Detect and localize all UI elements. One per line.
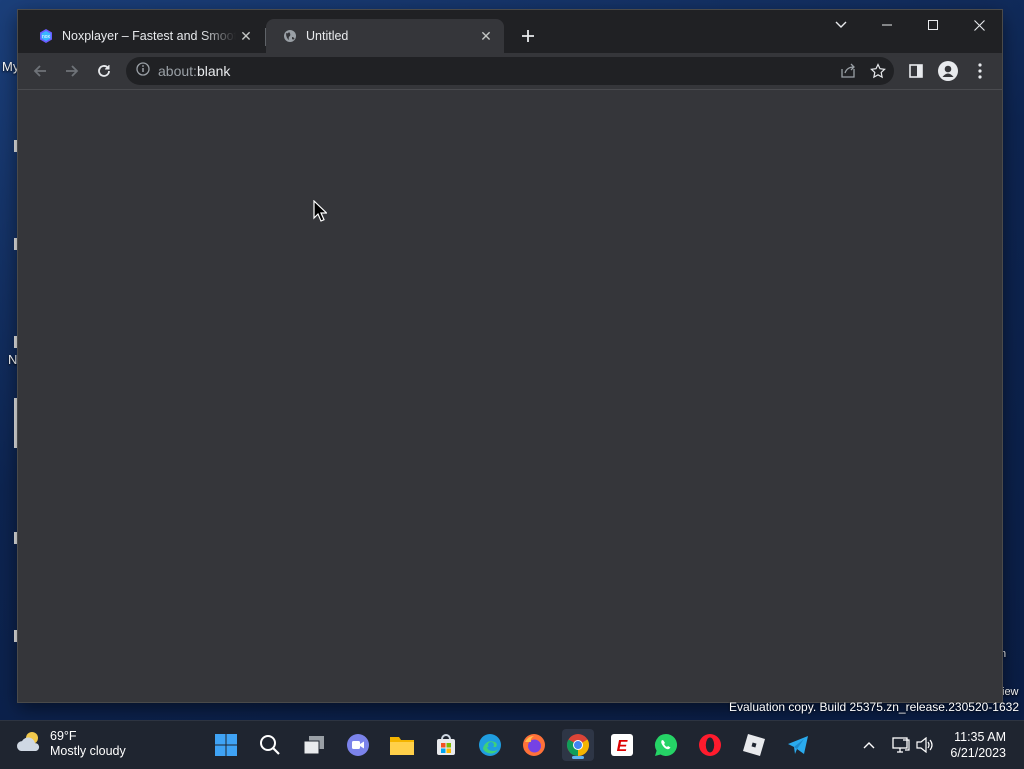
chrome-icon: [567, 734, 589, 756]
active-app-indicator: [572, 756, 584, 759]
maximize-icon: [928, 20, 938, 30]
tab-title: Untitled: [306, 29, 349, 43]
edge-button[interactable]: [474, 729, 506, 761]
telegram-button[interactable]: [782, 729, 814, 761]
weather-temp: 69°F: [50, 729, 77, 743]
more-vert-icon: [978, 63, 982, 79]
noxplayer-favicon-icon: nox: [38, 28, 54, 44]
back-button[interactable]: [26, 57, 54, 85]
tab-title: Noxplayer – Fastest and Smoothest: [62, 29, 236, 43]
forward-button[interactable]: [58, 57, 86, 85]
espn-icon: E: [611, 734, 633, 756]
close-icon: [973, 19, 985, 31]
clock-date: 6/21/2023: [950, 746, 1006, 760]
network-button[interactable]: [889, 735, 913, 755]
chevron-up-icon: [863, 742, 875, 749]
chevron-down-icon: [835, 21, 847, 28]
firefox-icon: [523, 734, 545, 756]
globe-icon: [282, 28, 298, 44]
volume-button[interactable]: [913, 735, 937, 755]
desktop-icon-label[interactable]: My: [2, 59, 19, 74]
maximize-button[interactable]: [910, 10, 956, 40]
minimize-button[interactable]: [864, 10, 910, 40]
whatsapp-icon: [655, 733, 678, 756]
url-text: about:blank: [158, 63, 231, 79]
new-tab-button[interactable]: [516, 24, 540, 48]
telegram-icon: [788, 736, 808, 754]
close-icon[interactable]: ✕: [236, 26, 256, 46]
chrome-button[interactable]: [562, 729, 594, 761]
side-panel-button[interactable]: [902, 57, 930, 85]
browser-toolbar: about:blank: [18, 53, 1002, 90]
windows-logo-icon: [215, 734, 237, 756]
tab-strip: nox Noxplayer – Fastest and Smoothest ✕ …: [18, 10, 1002, 53]
clock-time: 11:35 AM: [954, 730, 1006, 744]
tab-noxplayer[interactable]: nox Noxplayer – Fastest and Smoothest ✕: [22, 19, 264, 53]
microsoft-store-button[interactable]: [430, 729, 462, 761]
system-clock[interactable]: 11:35 AM 6/21/2023: [950, 729, 1006, 761]
arrow-left-icon: [33, 65, 46, 77]
star-icon[interactable]: [870, 63, 886, 84]
whatsapp-button[interactable]: [650, 729, 682, 761]
speaker-icon: [916, 737, 933, 753]
cloudy-weather-icon: [16, 730, 44, 759]
opera-icon: [699, 734, 721, 756]
tab-untitled[interactable]: Untitled ✕: [266, 19, 504, 53]
close-window-button[interactable]: [956, 10, 1002, 40]
search-button[interactable]: [254, 729, 286, 761]
espn-button[interactable]: E: [606, 729, 638, 761]
svg-text:E: E: [617, 738, 629, 755]
mouse-cursor-icon: [313, 199, 328, 227]
network-icon: [892, 737, 910, 753]
task-view-icon: [303, 736, 324, 755]
start-button[interactable]: [210, 729, 242, 761]
taskbar: 69°F Mostly cloudy E 11:35 AM 6/21/2023: [0, 720, 1024, 769]
arrow-right-icon: [66, 65, 79, 77]
reload-button[interactable]: [90, 57, 118, 85]
edge-icon: [479, 734, 501, 756]
teams-chat-button[interactable]: [342, 729, 374, 761]
browser-window: nox Noxplayer – Fastest and Smoothest ✕ …: [18, 10, 1002, 702]
info-icon[interactable]: [136, 61, 150, 81]
firefox-button[interactable]: [518, 729, 550, 761]
side-panel-icon: [909, 64, 923, 78]
roblox-button[interactable]: [738, 729, 770, 761]
profile-button[interactable]: [934, 57, 962, 85]
address-bar[interactable]: about:blank: [126, 57, 894, 85]
svg-text:nox: nox: [42, 34, 51, 40]
opera-button[interactable]: [694, 729, 726, 761]
weather-condition: Mostly cloudy: [50, 744, 126, 758]
search-icon: [260, 735, 280, 755]
profile-icon: [938, 61, 958, 81]
roblox-icon: [743, 734, 765, 756]
teams-chat-icon: [347, 734, 369, 756]
desktop-icon-label[interactable]: iew: [1002, 686, 1019, 698]
minimize-icon: [882, 24, 892, 26]
share-icon[interactable]: [840, 63, 856, 84]
menu-button[interactable]: [966, 57, 994, 85]
file-explorer-button[interactable]: [386, 729, 418, 761]
desktop-icon-label[interactable]: N: [8, 352, 17, 367]
page-content[interactable]: [18, 90, 1002, 702]
store-icon: [437, 734, 455, 755]
folder-icon: [390, 737, 414, 755]
show-hidden-icons-button[interactable]: [857, 735, 881, 755]
tab-search-button[interactable]: [818, 10, 864, 40]
task-view-button[interactable]: [298, 729, 330, 761]
weather-widget[interactable]: 69°F Mostly cloudy: [16, 729, 126, 759]
close-icon[interactable]: ✕: [476, 26, 496, 46]
reload-icon: [98, 65, 110, 77]
evaluation-watermark: Evaluation copy. Build 25375.zn_release.…: [729, 700, 1019, 714]
